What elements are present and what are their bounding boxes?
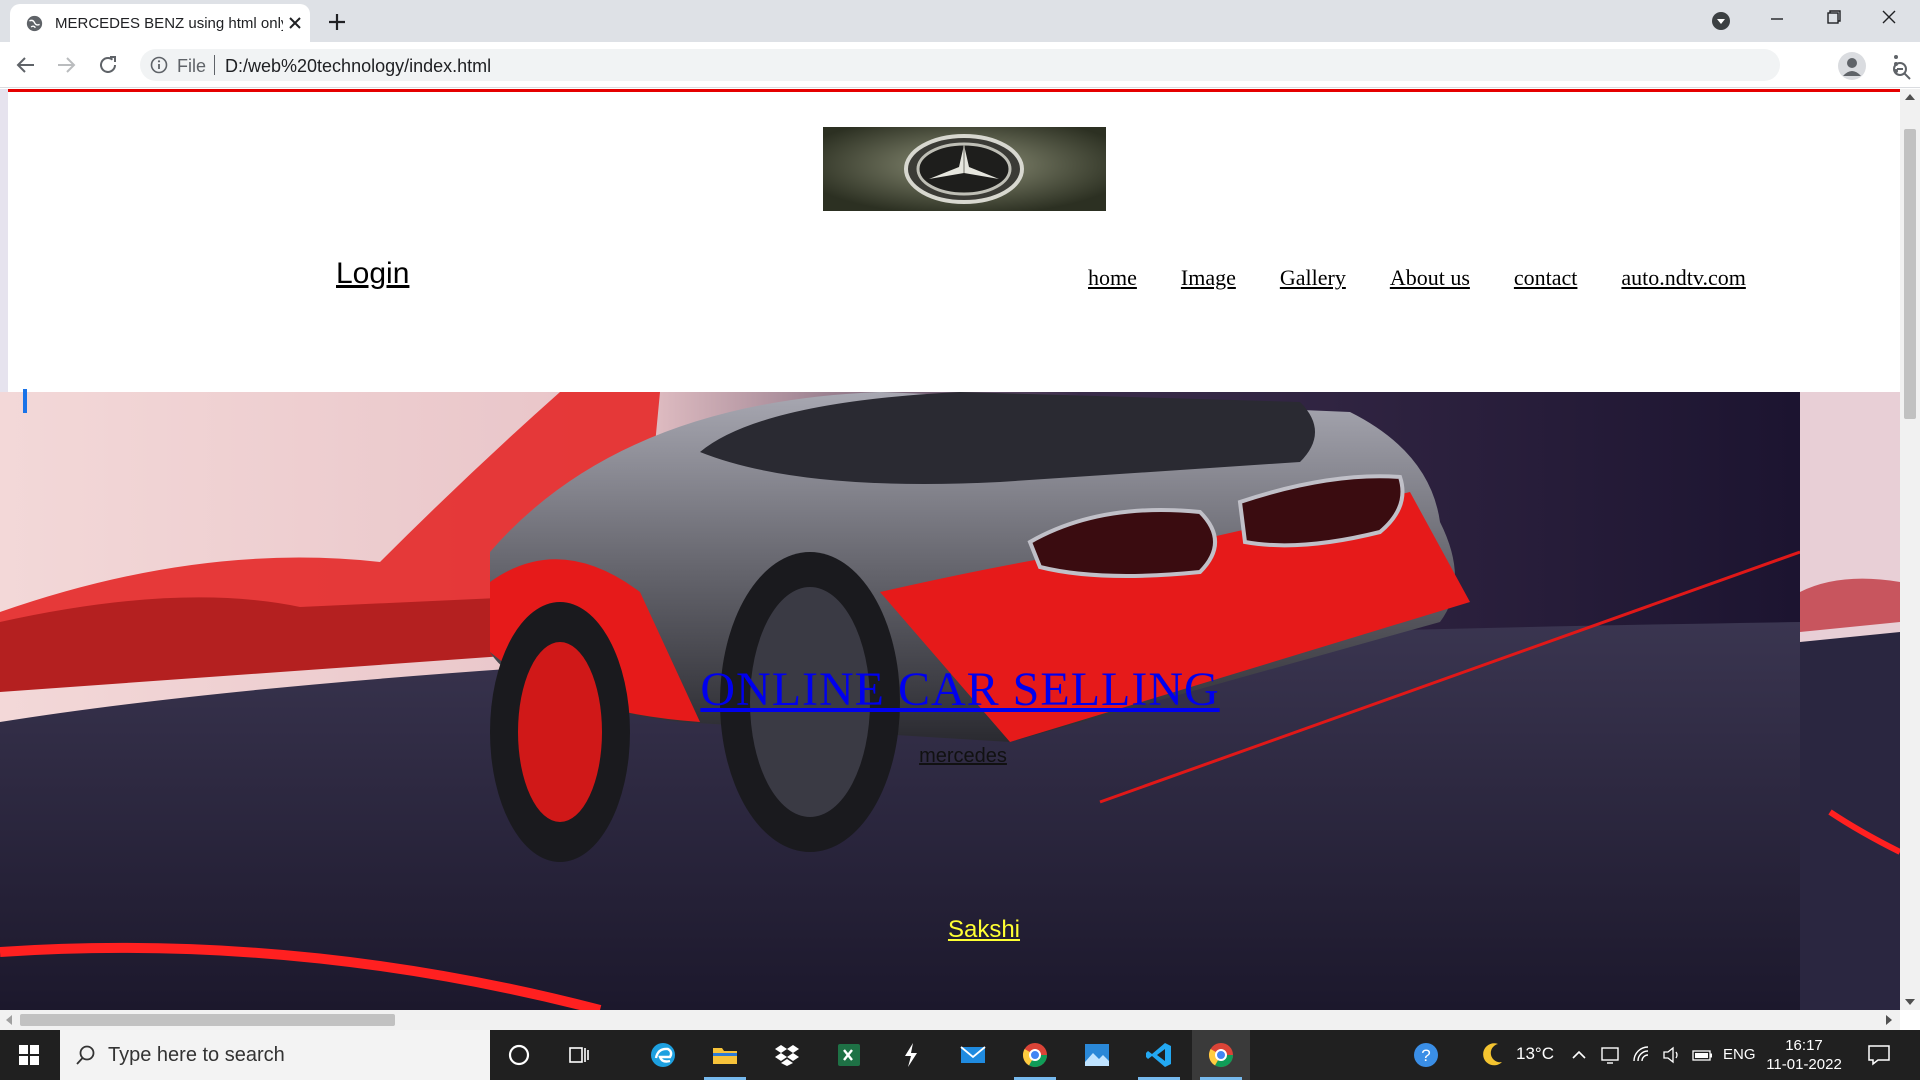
weather-moon-icon[interactable]: [1478, 1030, 1508, 1080]
edge-app[interactable]: [634, 1030, 692, 1080]
main-nav: home Image Gallery About us contact auto…: [1088, 265, 1790, 295]
input-language[interactable]: ENG: [1723, 1046, 1756, 1063]
info-icon[interactable]: [150, 56, 168, 74]
dropbox-icon: [775, 1045, 799, 1066]
vertical-scroll-thumb[interactable]: [1904, 129, 1916, 419]
browser-tab[interactable]: MERCEDES BENZ using html only: [10, 4, 310, 42]
windows-taskbar: Type here to search ? 13°C ENG 16:17 11-…: [0, 1030, 1920, 1080]
browser-toolbar: File D:/web%20technology/index.html: [0, 42, 1920, 88]
nav-image[interactable]: Image: [1181, 265, 1236, 295]
author-name-link[interactable]: Sakshi: [0, 916, 1920, 944]
notification-icon[interactable]: [1866, 1042, 1892, 1068]
device-icon[interactable]: [1600, 1045, 1620, 1065]
close-tab-icon[interactable]: [286, 14, 304, 32]
globe-icon: [26, 15, 43, 32]
help-icon[interactable]: ?: [1412, 1041, 1440, 1069]
nav-contact[interactable]: contact: [1514, 265, 1578, 295]
chrome-icon: [1208, 1043, 1233, 1068]
search-placeholder: Type here to search: [108, 1044, 285, 1066]
vscode-icon: [1146, 1043, 1171, 1067]
clock-date: 11-01-2022: [1766, 1056, 1842, 1073]
folder-icon: [713, 1048, 737, 1064]
excel-app[interactable]: [820, 1030, 878, 1080]
temperature[interactable]: 13°C: [1516, 1044, 1554, 1064]
horizontal-scroll-thumb[interactable]: [20, 1014, 395, 1026]
scroll-down-icon[interactable]: [1905, 998, 1915, 1006]
hero-title-link[interactable]: ONLINE CAR SELLING: [0, 662, 1920, 717]
cortana-button[interactable]: [490, 1030, 548, 1080]
cortana-icon: [508, 1044, 530, 1066]
text-caret: [23, 389, 27, 413]
power-automate-app[interactable]: [882, 1030, 940, 1080]
windows-logo-icon: [19, 1045, 39, 1065]
url-scheme-label: File: [177, 56, 207, 76]
chrome-icon: [1022, 1043, 1047, 1068]
mercedes-logo: [823, 127, 1106, 211]
photos-app[interactable]: [1068, 1030, 1126, 1080]
wifi-icon[interactable]: [1632, 1045, 1652, 1065]
profile-avatar[interactable]: [1838, 52, 1866, 80]
url-divider: [214, 55, 215, 75]
chrome-app[interactable]: [1192, 1030, 1250, 1080]
task-view-icon: [569, 1047, 589, 1063]
restore-icon[interactable]: [1810, 6, 1856, 36]
search-icon: [76, 1045, 95, 1065]
hero-subtitle-link[interactable]: mercedes: [0, 745, 1920, 768]
nav-gallery[interactable]: Gallery: [1280, 265, 1346, 295]
start-button[interactable]: [0, 1030, 58, 1080]
person-icon: [1843, 58, 1861, 76]
nav-auto-ndtv[interactable]: auto.ndtv.com: [1621, 265, 1745, 295]
browser-tab-bar: MERCEDES BENZ using html only: [0, 0, 1920, 42]
red-top-border: [8, 89, 1900, 92]
clock-time: 16:17: [1785, 1037, 1823, 1054]
file-explorer-app[interactable]: [696, 1030, 754, 1080]
reload-icon[interactable]: [96, 53, 120, 77]
taskbar-search-box[interactable]: Type here to search: [60, 1030, 490, 1080]
edge-icon: [651, 1043, 675, 1067]
dropbox-app[interactable]: [758, 1030, 816, 1080]
login-link[interactable]: Login: [336, 257, 409, 291]
svg-text:?: ?: [1421, 1046, 1430, 1065]
clock[interactable]: 16:17 11-01-2022: [1762, 1036, 1846, 1074]
photos-icon: [1085, 1044, 1109, 1066]
chevron-up-icon[interactable]: [1570, 1046, 1588, 1064]
new-tab-icon[interactable]: [325, 10, 349, 34]
minimize-icon[interactable]: [1754, 6, 1800, 36]
back-icon[interactable]: [14, 53, 38, 77]
horizontal-scrollbar[interactable]: [0, 1010, 1900, 1030]
scroll-left-icon[interactable]: [5, 1015, 13, 1025]
page-margin: [0, 89, 8, 392]
tab-title: MERCEDES BENZ using html only: [55, 15, 283, 32]
lightning-icon: [905, 1043, 917, 1067]
mail-icon: [960, 1046, 986, 1063]
forward-icon[interactable]: [54, 53, 78, 77]
address-bar[interactable]: File D:/web%20technology/index.html: [140, 49, 1911, 81]
task-view-button[interactable]: [550, 1030, 608, 1080]
volume-icon[interactable]: [1662, 1045, 1682, 1065]
battery-icon[interactable]: [1692, 1045, 1714, 1065]
scroll-right-icon[interactable]: [1885, 1015, 1893, 1025]
mail-app[interactable]: [944, 1030, 1002, 1080]
scroll-up-icon[interactable]: [1905, 93, 1915, 101]
page-viewport: Login home Image Gallery About us contac…: [0, 89, 1900, 1010]
nav-about-us[interactable]: About us: [1390, 265, 1470, 295]
chrome-profile-app[interactable]: [1006, 1030, 1064, 1080]
vscode-app[interactable]: [1130, 1030, 1188, 1080]
vertical-scrollbar[interactable]: [1900, 89, 1920, 1010]
nav-home[interactable]: home: [1088, 265, 1137, 295]
url-text[interactable]: D:/web%20technology/index.html: [225, 56, 491, 77]
tab-search-icon[interactable]: [1698, 6, 1744, 36]
more-menu-icon[interactable]: [1884, 52, 1908, 76]
close-window-icon[interactable]: [1866, 6, 1912, 36]
excel-icon: [838, 1044, 860, 1066]
